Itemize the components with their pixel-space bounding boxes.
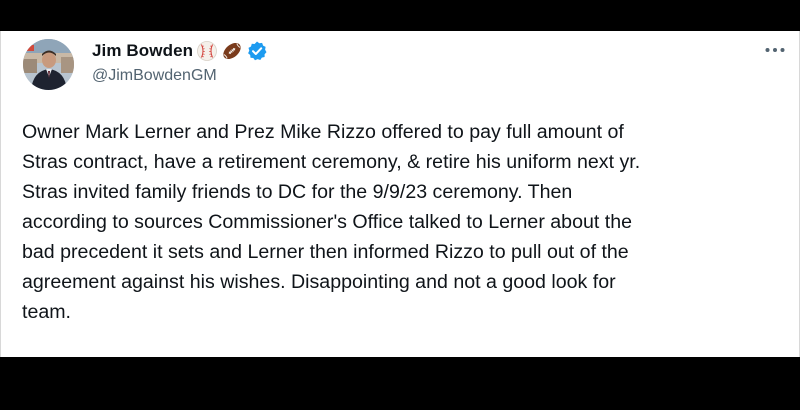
author-name-row: Jim Bowden — [92, 40, 268, 62]
tweet-card: Jim Bowden @JimBowdenGM Owner Mark Lerne… — [0, 31, 800, 357]
avatar-image — [23, 39, 74, 90]
author-display-name[interactable]: Jim Bowden — [92, 41, 193, 61]
verified-badge-icon[interactable] — [246, 40, 268, 62]
tweet-body-text: Owner Mark Lerner and Prez Mike Rizzo of… — [22, 121, 641, 323]
more-options-icon[interactable] — [763, 43, 787, 57]
author-handle[interactable]: @JimBowdenGM — [92, 67, 217, 85]
screenshot-frame: Jim Bowden @JimBowdenGM Owner Mark Lerne… — [0, 0, 800, 410]
avatar[interactable] — [23, 39, 74, 90]
football-icon — [223, 42, 241, 60]
baseball-icon — [197, 41, 218, 61]
